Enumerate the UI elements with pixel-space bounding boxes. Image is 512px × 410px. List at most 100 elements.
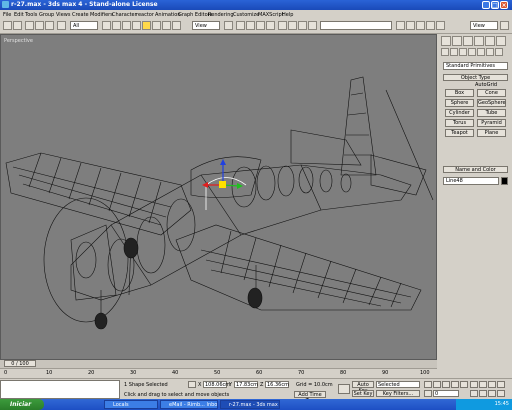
cylinder-button[interactable]: Cylinder <box>445 109 474 117</box>
field-of-view-icon[interactable] <box>470 390 478 397</box>
select-link-icon[interactable] <box>25 21 34 30</box>
object-name-field[interactable]: Line48 <box>443 177 499 185</box>
maximize-button[interactable]: □ <box>491 1 499 9</box>
menu-reactor[interactable]: reactor <box>136 12 154 18</box>
quick-render-icon[interactable] <box>436 21 445 30</box>
menu-help[interactable]: Help <box>282 12 293 18</box>
selection-filter-dropdown[interactable]: All <box>70 21 98 30</box>
mirror-icon[interactable] <box>288 21 297 30</box>
menu-maxscript[interactable]: MAXScript <box>258 12 284 18</box>
key-mode-toggle-icon[interactable] <box>424 390 432 397</box>
sphere-button[interactable]: Sphere <box>445 99 474 107</box>
close-button[interactable]: × <box>500 1 508 9</box>
space-warps-icon[interactable] <box>486 48 494 56</box>
menu-modifiers[interactable]: Modifiers <box>90 12 113 18</box>
play-icon[interactable] <box>442 381 450 388</box>
utilities-tab-icon[interactable] <box>496 36 506 46</box>
redo-icon[interactable] <box>13 21 22 30</box>
align-icon[interactable] <box>298 21 307 30</box>
geosphere-button[interactable]: GeoSphere <box>477 99 506 107</box>
schematic-view-icon[interactable] <box>406 21 415 30</box>
select-and-move-active-icon[interactable] <box>142 21 151 30</box>
box-button[interactable]: Box <box>445 89 474 97</box>
named-selection-icon[interactable] <box>278 21 287 30</box>
primitive-category-dropdown[interactable]: Standard Primitives <box>443 62 508 70</box>
systems-icon[interactable] <box>495 48 503 56</box>
time-slider[interactable]: 0 / 100 <box>0 360 437 368</box>
render-last-icon[interactable] <box>500 21 509 30</box>
menu-create[interactable]: Create <box>72 12 89 18</box>
layer-manager-icon[interactable] <box>308 21 317 30</box>
menu-tools[interactable]: Tools <box>25 12 37 18</box>
auto-key-button[interactable]: Auto Key <box>352 381 374 394</box>
render-scene-icon[interactable] <box>426 21 435 30</box>
select-and-move-icon[interactable] <box>132 21 141 30</box>
torus-button[interactable]: Torus <box>445 119 474 127</box>
tube-button[interactable]: Tube <box>477 109 506 117</box>
start-button[interactable]: Iniciar <box>0 399 44 410</box>
menu-character[interactable]: Character <box>112 12 137 18</box>
lock-selection-icon[interactable] <box>188 381 196 388</box>
lights-icon[interactable] <box>459 48 467 56</box>
cone-button[interactable]: Cone <box>477 89 506 97</box>
zoom-extents-icon[interactable] <box>488 381 496 388</box>
bind-space-warp-icon[interactable] <box>45 21 54 30</box>
current-frame-field[interactable]: 0 <box>433 390 459 397</box>
x-coordinate-field[interactable]: 108.06cm <box>203 381 230 388</box>
next-frame-icon[interactable] <box>451 381 459 388</box>
zoom-extents-all-icon[interactable] <box>497 381 505 388</box>
minimize-button[interactable]: _ <box>482 1 490 9</box>
named-selection-sets-field[interactable] <box>320 21 392 30</box>
zoom-all-icon[interactable] <box>479 381 487 388</box>
taskbar-item-locals[interactable]: Locals <box>104 400 158 409</box>
rectangular-selection-icon[interactable] <box>112 21 121 30</box>
pan-icon[interactable] <box>479 390 487 397</box>
y-coordinate-field[interactable]: 17.83cm <box>234 381 258 388</box>
helpers-icon[interactable] <box>477 48 485 56</box>
undo-icon[interactable] <box>3 21 12 30</box>
arc-rotate-icon[interactable] <box>488 390 496 397</box>
z-coordinate-field[interactable]: 16.36cm <box>265 381 289 388</box>
taskbar-item-3dsmax[interactable]: r-27.max - 3ds max 4... <box>220 400 280 409</box>
create-tab-icon[interactable] <box>441 36 451 46</box>
menu-customize[interactable]: Customize <box>233 12 259 18</box>
clock[interactable]: 15:45 <box>495 401 509 407</box>
teapot-button[interactable]: Teapot <box>445 129 474 137</box>
select-and-rotate-icon[interactable] <box>152 21 161 30</box>
hierarchy-tab-icon[interactable] <box>463 36 473 46</box>
previous-frame-icon[interactable] <box>433 381 441 388</box>
object-type-rollout[interactable]: Object Type <box>443 74 508 81</box>
unlink-icon[interactable] <box>35 21 44 30</box>
menu-group[interactable]: Group <box>39 12 54 18</box>
reference-coordinate-dropdown[interactable]: View <box>192 21 220 30</box>
app-icon[interactable] <box>2 1 9 8</box>
menu-rendering[interactable]: Rendering <box>208 12 234 18</box>
plane-button[interactable]: Plane <box>477 129 506 137</box>
window-crossing-icon[interactable] <box>122 21 131 30</box>
menu-file[interactable]: File <box>3 12 11 18</box>
zoom-icon[interactable] <box>470 381 478 388</box>
material-editor-icon[interactable] <box>416 21 425 30</box>
cameras-icon[interactable] <box>468 48 476 56</box>
object-color-swatch[interactable] <box>501 177 508 185</box>
modify-tab-icon[interactable] <box>452 36 462 46</box>
key-mode-dropdown[interactable]: Selected <box>376 381 420 388</box>
taskbar-item-email[interactable]: eMail - Rimb... Inbox <box>160 400 218 409</box>
percent-snap-icon[interactable] <box>256 21 265 30</box>
select-and-scale-icon[interactable] <box>162 21 171 30</box>
key-icon[interactable] <box>338 384 350 394</box>
add-time-tag-button[interactable]: Add Time Tag <box>294 391 326 404</box>
geometry-icon[interactable] <box>441 48 449 56</box>
select-object-icon[interactable] <box>57 21 66 30</box>
menu-edit[interactable]: Edit <box>14 12 24 18</box>
select-by-name-icon[interactable] <box>102 21 111 30</box>
curve-editor-icon[interactable] <box>396 21 405 30</box>
maximize-viewport-icon[interactable] <box>497 390 505 397</box>
perspective-viewport[interactable]: Perspective <box>0 34 437 360</box>
set-key-button[interactable]: Set Key <box>352 390 374 397</box>
spinner-snap-icon[interactable] <box>266 21 275 30</box>
angle-snap-icon[interactable] <box>246 21 255 30</box>
name-and-color-rollout[interactable]: Name and Color <box>443 166 508 173</box>
manipulate-icon[interactable] <box>172 21 181 30</box>
pyramid-button[interactable]: Pyramid <box>477 119 506 127</box>
